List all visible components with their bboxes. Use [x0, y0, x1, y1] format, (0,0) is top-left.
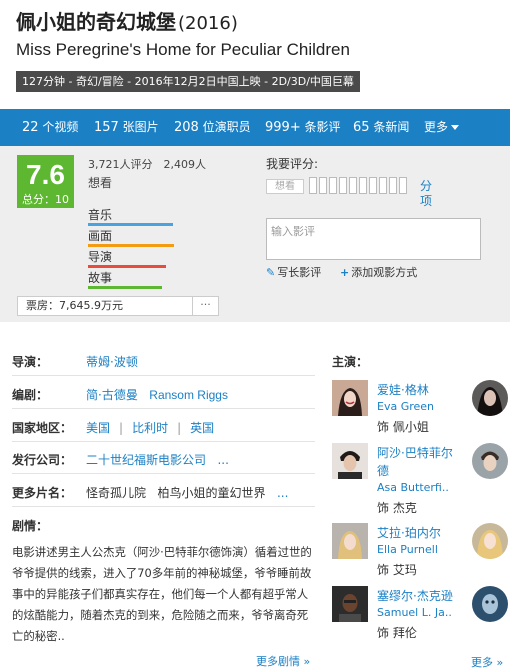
- chevron-down-icon: [451, 125, 460, 130]
- more-cast-link[interactable]: 更多 »: [471, 654, 503, 670]
- movie-english-title: Miss Peregrine's Home for Peculiar Child…: [16, 40, 350, 59]
- actor-role: 饰 艾玛: [377, 563, 417, 577]
- metric-story-bar: [88, 286, 162, 289]
- rating-cell[interactable]: [379, 177, 387, 194]
- movie-year: (2016): [178, 13, 238, 34]
- actor-name-link-cont[interactable]: 德: [377, 462, 389, 479]
- pencil-icon: ✎: [266, 266, 276, 279]
- sub-rating-link[interactable]: 分项: [420, 179, 434, 209]
- actor-name-link[interactable]: 塞缪尔·杰克逊: [377, 587, 453, 604]
- actor-english-name[interactable]: Ella Purnell: [377, 543, 438, 556]
- divider: [12, 441, 315, 442]
- writer-label: 编剧：: [12, 388, 49, 402]
- plot-label: 剧情：: [12, 519, 49, 533]
- nav-photos[interactable]: 157 张图片: [94, 109, 159, 146]
- movie-info-bar: 127分钟 - 奇幻/冒险 - 2016年12月2日中国上映 - 2D/3D/中…: [16, 71, 360, 92]
- writer-link[interactable]: 简·古德曼: [86, 388, 138, 402]
- my-rating-label: 我要评分:: [266, 157, 319, 171]
- actor-photo[interactable]: [332, 380, 368, 416]
- metric-visual-bar: [88, 244, 174, 247]
- rating-cell[interactable]: [369, 177, 377, 194]
- write-review-link[interactable]: ✎ 写长影评: [266, 264, 321, 280]
- actor-english-name[interactable]: Samuel L. Ja..: [377, 606, 452, 619]
- actor-photo[interactable]: [332, 586, 368, 622]
- writer-list: 简·古德曼 Ransom Riggs: [86, 386, 228, 403]
- actor-name-link[interactable]: 爱娃·格林: [377, 381, 429, 398]
- score-badge: 7.6 总分：10: [17, 155, 74, 208]
- metric-story-label: 故事: [88, 271, 113, 285]
- company-link[interactable]: 二十世纪福斯电影公司: [86, 453, 206, 467]
- aka-list: 怪奇孤儿院 柏鸟小姐的童幻世界 ...: [86, 484, 288, 501]
- nav-news[interactable]: 65 条新闻: [353, 109, 409, 146]
- wish-label: 想看: [88, 176, 113, 190]
- review-input[interactable]: 输入影评: [266, 218, 481, 260]
- rating-panel: 7.6 总分：10 3,721人评分 2,409人 想看 音乐 画面 导演 故事…: [0, 146, 510, 322]
- score-total: 总分：10: [22, 193, 69, 206]
- divider: [12, 506, 315, 507]
- nav-more-dropdown[interactable]: 更多: [424, 109, 460, 146]
- actor-photo[interactable]: [332, 443, 368, 479]
- nav-reviews[interactable]: 999+ 条影评: [265, 109, 341, 146]
- aka-title: 柏鸟小姐的童幻世界: [157, 486, 266, 500]
- company-more[interactable]: ...: [217, 453, 228, 467]
- region-list: 美国 | 比利时 | 英国: [86, 421, 215, 435]
- add-viewing-method-link[interactable]: + 添加观影方式: [340, 264, 417, 280]
- rating-cell[interactable]: [319, 177, 327, 194]
- cast-title: 主演：: [332, 355, 369, 369]
- character-avatar[interactable]: [472, 443, 508, 479]
- metric-music-label: 音乐: [88, 208, 113, 222]
- movie-title: 佩小姐的奇幻城堡 (2016): [16, 10, 238, 34]
- region-link[interactable]: 比利时: [132, 421, 168, 435]
- aka-more[interactable]: ...: [277, 486, 288, 500]
- metric-music-bar: [88, 223, 173, 226]
- want-to-see-button[interactable]: 想看: [266, 179, 304, 194]
- box-office: 票房：7,645.9万元 ···: [17, 296, 219, 316]
- aka-title: 怪奇孤儿院: [86, 486, 147, 500]
- company-label: 发行公司：: [12, 453, 73, 467]
- score-value: 7.6: [26, 159, 65, 190]
- movie-nav-bar: 22 个视频 157 张图片 208 位演职员 999+ 条影评 65 条新闻 …: [0, 109, 510, 146]
- movie-details: 导演： 蒂姆·波顿 编剧： 简·古德曼 Ransom Riggs 国家地区： 美…: [0, 322, 510, 670]
- rating-cell[interactable]: [339, 177, 347, 194]
- region-link[interactable]: 美国: [86, 421, 110, 435]
- director-link[interactable]: 蒂姆·波顿: [86, 353, 138, 370]
- writer-link[interactable]: Ransom Riggs: [149, 388, 228, 402]
- actor-name-link[interactable]: 艾拉·珀内尔: [377, 524, 441, 541]
- actor-english-name[interactable]: Asa Butterfi..: [377, 481, 449, 494]
- plot-text: 电影讲述男主人公杰克（阿沙·巴特菲尔德饰演）循着过世的爷爷提供的线索，进入了70…: [12, 545, 312, 643]
- character-avatar[interactable]: [472, 523, 508, 559]
- region-link[interactable]: 英国: [190, 421, 214, 435]
- director-label: 导演：: [12, 355, 49, 369]
- aka-label: 更多片名：: [12, 486, 73, 500]
- actor-name-link[interactable]: 阿沙·巴特菲尔: [377, 444, 453, 461]
- company-list: 二十世纪福斯电影公司 ...: [86, 451, 229, 468]
- rating-cell[interactable]: [359, 177, 367, 194]
- character-avatar[interactable]: [472, 380, 508, 416]
- rating-cell[interactable]: [329, 177, 337, 194]
- rating-counts: 3,721人评分 2,409人: [88, 158, 206, 171]
- metric-director-bar: [88, 265, 166, 268]
- character-avatar[interactable]: [472, 586, 508, 622]
- actor-role: 饰 拜伦: [377, 626, 417, 640]
- region-label: 国家地区：: [12, 421, 73, 435]
- box-office-more-button[interactable]: ···: [192, 297, 218, 315]
- more-plot-link[interactable]: 更多剧情 »: [256, 653, 310, 669]
- rating-cell[interactable]: [399, 177, 407, 194]
- divider: [12, 375, 315, 376]
- rating-cell[interactable]: [389, 177, 397, 194]
- rating-cell[interactable]: [309, 177, 317, 194]
- metric-director-label: 导演: [88, 250, 113, 264]
- divider: [12, 473, 315, 474]
- actor-english-name[interactable]: Eva Green: [377, 400, 434, 413]
- title-area: 佩小姐的奇幻城堡 (2016) Miss Peregrine's Home for…: [0, 0, 510, 100]
- plus-icon: +: [340, 266, 350, 279]
- nav-videos[interactable]: 22 个视频: [22, 109, 78, 146]
- actor-photo[interactable]: [332, 523, 368, 559]
- actor-role: 饰 杰克: [377, 501, 417, 515]
- divider: [12, 408, 315, 409]
- nav-cast[interactable]: 208 位演职员: [174, 109, 251, 146]
- metric-visual-label: 画面: [88, 229, 113, 243]
- actor-role: 饰 佩小姐: [377, 420, 429, 434]
- rating-cell[interactable]: [349, 177, 357, 194]
